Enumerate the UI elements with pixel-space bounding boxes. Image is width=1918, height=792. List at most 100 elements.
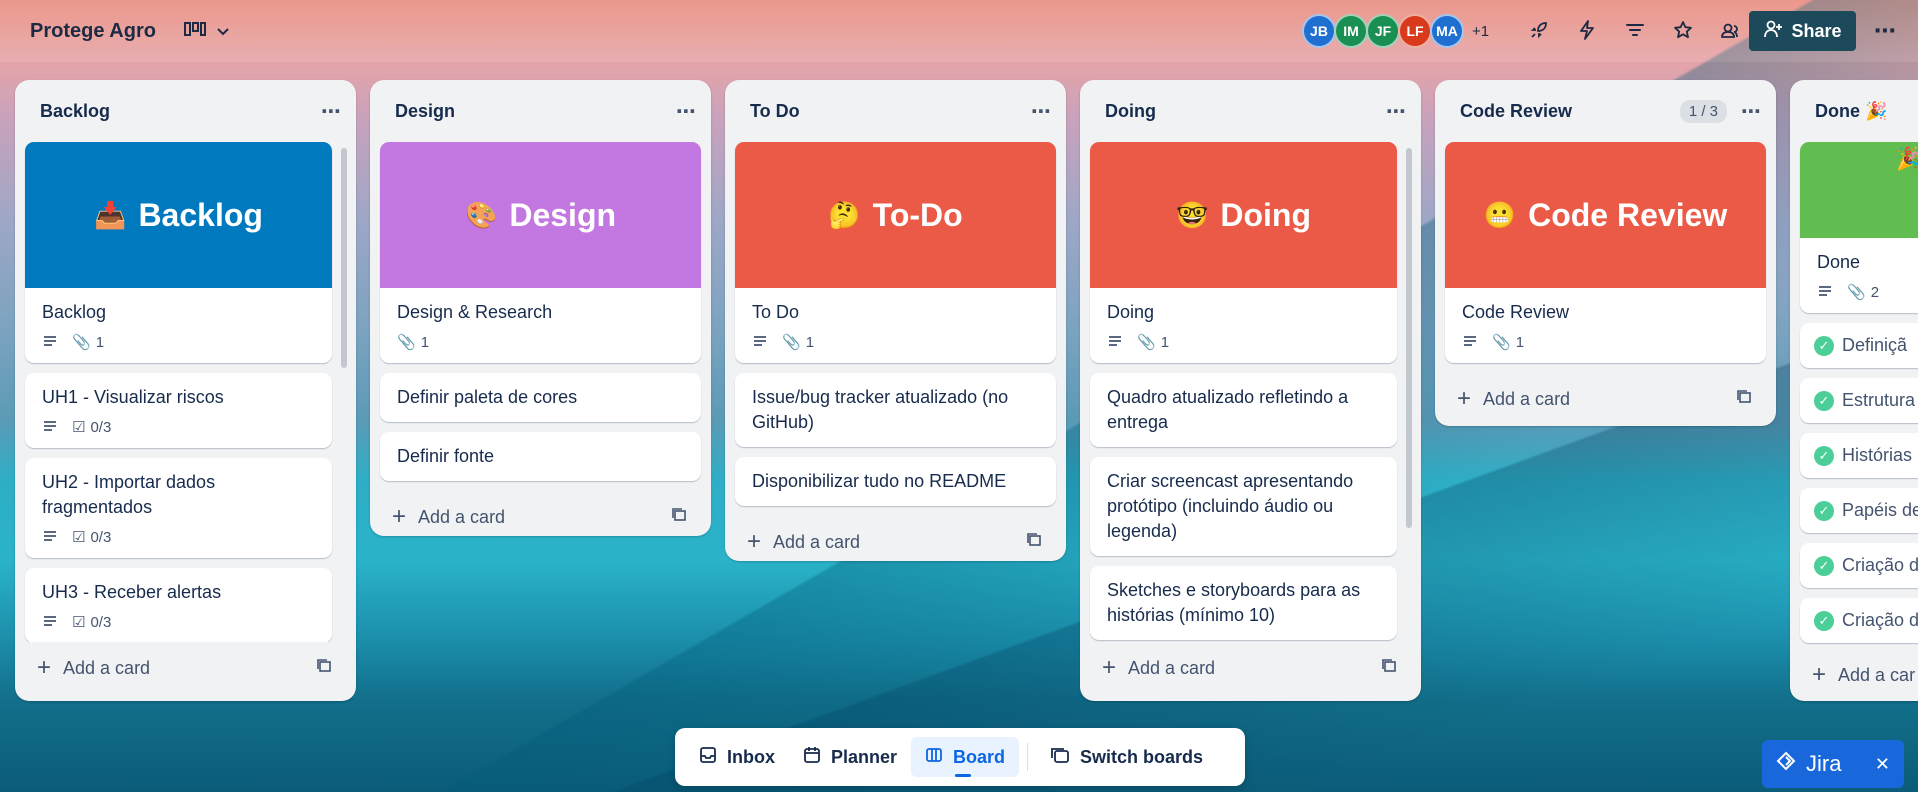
list-item[interactable]: ✓ Estrutura [1800, 378, 1918, 423]
list-item[interactable]: ✓ Histórias [1800, 433, 1918, 478]
calendar-icon [803, 746, 821, 769]
list-done: Done 🎉 🎉 Done 📎 2 ✓ Definiçã ✓ Estrutura ✓ H… [1790, 80, 1918, 701]
nav-divider [1027, 743, 1029, 771]
filter-icon[interactable] [1619, 14, 1651, 46]
list-item[interactable]: Criar screencast apresentando protótipo … [1090, 457, 1397, 556]
list-menu-icon[interactable]: ⋯ [676, 99, 697, 124]
lightning-icon[interactable] [1571, 14, 1603, 46]
board-view-icon [183, 21, 206, 42]
paperclip-icon: 📎 [1137, 334, 1156, 351]
card-list: 📥 Backlog Backlog 📎 1 UH1 - Visualizar ri… [15, 142, 356, 642]
description-icon [752, 335, 768, 349]
board-view-switcher[interactable] [183, 21, 230, 42]
card-limit-badge: 1 / 3 [1679, 99, 1727, 123]
add-card-button[interactable]: + Add a card [1080, 642, 1421, 694]
rocket-icon[interactable] [1523, 14, 1555, 46]
share-button[interactable]: Share [1749, 11, 1856, 51]
jira-widget[interactable]: Jira ✕ [1762, 740, 1904, 788]
plus-icon: + [1812, 661, 1827, 688]
list-title[interactable]: Backlog [40, 101, 321, 122]
avatar[interactable]: IM [1334, 14, 1368, 48]
cover-card[interactable]: 🤓 Doing Doing 📎 1 [1090, 142, 1397, 363]
list-item[interactable]: Definir paleta de cores [380, 373, 701, 422]
nav-inbox[interactable]: Inbox [685, 737, 789, 777]
add-card-button[interactable]: + Add a card [725, 516, 1066, 568]
list-title[interactable]: Doing [1105, 101, 1386, 122]
list-item[interactable]: Definir fonte [380, 432, 701, 481]
grimacing-face-icon: 😬 [1483, 199, 1517, 230]
list-item[interactable]: Quadro atualizado refletindo a entrega [1090, 373, 1397, 447]
add-card-button[interactable]: + Add a car [1790, 649, 1918, 701]
list-header: To Do ⋯ [725, 80, 1066, 142]
paperclip-icon: 📎 [72, 334, 91, 351]
list-title[interactable]: To Do [750, 101, 1031, 122]
card-title: UH2 - Importar dados fragmentados [42, 472, 216, 517]
add-card-button[interactable]: + Add a card [1435, 373, 1776, 425]
avatar[interactable]: JF [1366, 14, 1400, 48]
check-circle-icon: ✓ [1814, 390, 1834, 411]
nav-switch-boards[interactable]: Switch boards [1036, 737, 1217, 777]
template-icon[interactable] [316, 658, 332, 679]
add-card-button[interactable]: + Add a card [370, 491, 711, 543]
card-list: 🎨 Design Design & Research 📎 1 Definir pa… [370, 142, 711, 481]
list-item[interactable]: UH2 - Importar dados fragmentados ☑ 0/3 [25, 458, 332, 558]
list-menu-icon[interactable]: ⋯ [1386, 99, 1407, 124]
cover-card[interactable]: 🤔 To-Do To Do 📎 1 [735, 142, 1056, 363]
list-item[interactable]: Sketches e storyboards para as histórias… [1090, 566, 1397, 640]
visibility-icon[interactable] [1715, 14, 1747, 46]
list-item[interactable]: Issue/bug tracker atualizado (no GitHub) [735, 373, 1056, 447]
template-icon[interactable] [671, 507, 687, 528]
template-icon[interactable] [1736, 389, 1752, 410]
cover-card[interactable]: 🎨 Design Design & Research 📎 1 [380, 142, 701, 363]
more-icon[interactable]: ⋯ [1868, 14, 1902, 48]
plus-icon: + [37, 654, 52, 681]
add-card-button[interactable]: + Add a card [15, 642, 356, 694]
paperclip-icon: 📎 [1847, 284, 1866, 301]
jira-icon [1776, 751, 1796, 777]
avatar[interactable]: MA [1430, 14, 1464, 48]
cover-card[interactable]: 📥 Backlog Backlog 📎 1 [25, 142, 332, 363]
bottom-navigation: Inbox Planner Board Switch boards [675, 728, 1245, 786]
card-cover: 🎨 Design [380, 142, 701, 288]
list-doing: Doing ⋯ 🤓 Doing Doing 📎 1 Quadro atualiza… [1080, 80, 1421, 701]
list-title[interactable]: Code Review [1460, 101, 1680, 122]
nav-planner[interactable]: Planner [789, 737, 911, 777]
card-title: Quadro atualizado refletindo a entrega [1107, 387, 1349, 432]
list-menu-icon[interactable]: ⋯ [1031, 99, 1052, 124]
close-icon[interactable]: ✕ [1875, 754, 1890, 775]
card-cover: 😬 Code Review [1445, 142, 1766, 288]
scrollbar[interactable] [341, 148, 347, 368]
list-item[interactable]: ✓ Definiçã [1800, 323, 1918, 368]
paperclip-icon: 📎 [1492, 334, 1511, 351]
nav-board[interactable]: Board [911, 737, 1020, 777]
cover-card[interactable]: 😬 Code Review Code Review 📎 1 [1445, 142, 1766, 363]
cover-card[interactable]: 🎉 Done 📎 2 [1800, 142, 1918, 313]
card-title: Design & Research [397, 302, 553, 322]
list-menu-icon[interactable]: ⋯ [1741, 99, 1762, 124]
paperclip-icon: 📎 [397, 334, 416, 351]
list-item[interactable]: UH1 - Visualizar riscos ☑ 0/3 [25, 373, 332, 448]
check-circle-icon: ✓ [1814, 445, 1834, 466]
more-members-count[interactable]: +1 [1472, 23, 1489, 40]
list-item[interactable]: Disponibilizar tudo no README [735, 457, 1056, 506]
board-title[interactable]: Protege Agro [30, 20, 156, 43]
avatar[interactable]: LF [1398, 14, 1432, 48]
star-icon[interactable] [1667, 14, 1699, 46]
list-item[interactable]: UH3 - Receber alertas ☑ 0/3 [25, 568, 332, 642]
template-icon[interactable] [1381, 658, 1397, 679]
scrollbar[interactable] [1406, 148, 1412, 528]
card-title: Sketches e storyboards para as histórias… [1107, 580, 1361, 625]
list-title[interactable]: Done 🎉 [1815, 101, 1904, 122]
list-menu-icon[interactable]: ⋯ [321, 99, 342, 124]
list-item[interactable]: ✓ Criação d [1800, 543, 1918, 588]
list-design: Design ⋯ 🎨 Design Design & Research 📎 1 D… [370, 80, 711, 536]
list-title[interactable]: Design [395, 101, 676, 122]
list-item[interactable]: ✓ Papéis de [1800, 488, 1918, 533]
card-title: Definir paleta de cores [397, 387, 578, 407]
plus-icon: + [392, 503, 407, 530]
avatar[interactable]: JB [1302, 14, 1336, 48]
template-icon[interactable] [1026, 532, 1042, 553]
attachment-badge: 📎 1 [72, 333, 105, 352]
nerd-face-icon: 🤓 [1175, 199, 1209, 230]
list-item[interactable]: ✓ Criação d [1800, 598, 1918, 643]
